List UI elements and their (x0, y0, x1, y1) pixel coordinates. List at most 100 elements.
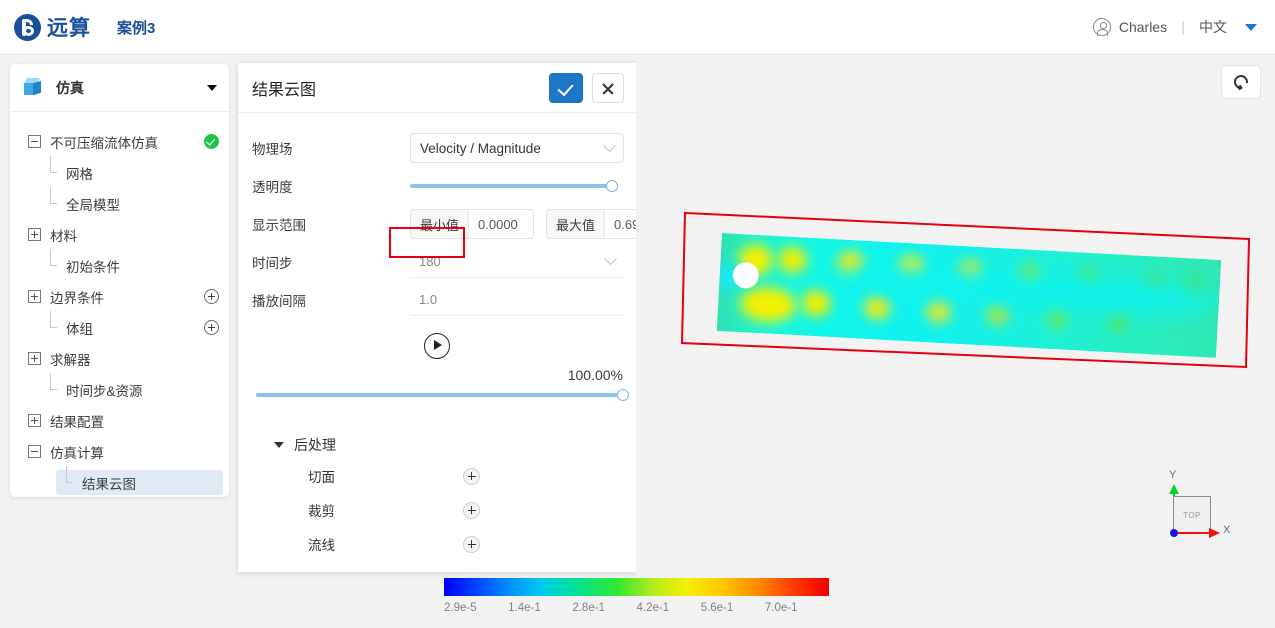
close-button[interactable] (592, 72, 624, 103)
legend-tick: 2.9e-5 (444, 602, 477, 614)
brand-logo[interactable]: 远算 (14, 12, 91, 42)
sidebar-item-mesh[interactable]: 网格 (10, 156, 229, 188)
tree-label: 初始条件 (66, 259, 120, 275)
sidebar-item-volume-group[interactable]: 体组 (10, 311, 229, 343)
progress-slider[interactable] (256, 389, 629, 401)
progress-percent-label: 100.00% (567, 367, 623, 383)
tree-label: 体组 (66, 321, 93, 337)
dialog-header-buttons (549, 72, 624, 103)
sidebar-item-initial-conditions[interactable]: 初始条件 (10, 249, 229, 281)
gizmo-top-face[interactable]: TOP (1173, 496, 1211, 534)
progress-slider-row (238, 383, 636, 401)
sidebar-item-boundary-conditions[interactable]: 边界条件 (10, 281, 229, 312)
transparency-row: 透明度 (238, 167, 636, 205)
sidebar-item-global-model[interactable]: 全局模型 (10, 187, 229, 219)
add-volume-group-button[interactable] (204, 320, 219, 335)
sidebar-item-result-contour[interactable]: 结果云图 (10, 466, 229, 498)
simulation-scene (680, 195, 1255, 385)
chevron-down-icon[interactable] (1245, 23, 1257, 31)
user-name[interactable]: Charles (1119, 19, 1167, 35)
expand-plus-icon[interactable] (28, 290, 41, 303)
sidebar-header[interactable]: 仿真 (10, 64, 229, 112)
tree-label: 结果云图 (82, 476, 136, 492)
legend-tick: 1.4e-1 (508, 602, 541, 614)
postprocess-item-streamline[interactable]: 流线 (238, 527, 636, 561)
language-label[interactable]: 中文 (1199, 17, 1227, 37)
play-control-row (238, 319, 636, 365)
add-slice-button[interactable] (463, 467, 480, 485)
physical-field-select[interactable]: Velocity / Magnitude (410, 133, 624, 163)
tree-branch-icon (44, 373, 57, 396)
expand-plus-icon[interactable] (28, 352, 41, 365)
postprocess-header[interactable]: 后处理 (238, 431, 636, 459)
time-step-select[interactable]: 180 (410, 246, 624, 278)
play-icon[interactable] (424, 333, 450, 359)
dialog-body: 物理场 Velocity / Magnitude 透明度 显示范围 最小值 0.… (238, 113, 636, 561)
expand-plus-icon[interactable] (28, 228, 41, 241)
sidebar-item-timestep-resources[interactable]: 时间步&资源 (10, 373, 229, 405)
physical-field-value: Velocity / Magnitude (420, 140, 541, 156)
transparency-label: 透明度 (252, 180, 293, 195)
3d-viewport[interactable]: Y TOP X (636, 55, 1275, 628)
color-legend: 2.9e-5 1.4e-1 2.8e-1 4.2e-1 5.6e-1 7.0e-… (444, 578, 829, 614)
min-value-field[interactable]: 最小值 0.0000 (410, 209, 535, 239)
sidebar-section-title: 仿真 (56, 79, 84, 96)
sidebar-item-material[interactable]: 材料 (10, 219, 229, 250)
tree-label: 求解器 (50, 352, 91, 368)
add-clip-button[interactable] (463, 501, 480, 519)
gizmo-y-arrow-icon (1169, 484, 1179, 494)
postprocess-item-slice[interactable]: 切面 (238, 459, 636, 493)
sidebar-item-result-config[interactable]: 结果配置 (10, 405, 229, 436)
transparency-slider[interactable] (410, 180, 618, 192)
postprocess-item-label: 裁剪 (308, 504, 335, 519)
time-step-row: 时间步 180 (238, 243, 636, 281)
play-interval-input[interactable]: 1.0 (410, 284, 624, 316)
sidebar-item-solver[interactable]: 求解器 (10, 343, 229, 374)
min-value-input[interactable]: 0.0000 (469, 210, 534, 238)
chevron-down-icon[interactable] (207, 84, 217, 91)
play-interval-label: 播放间隔 (252, 294, 306, 309)
expand-plus-icon[interactable] (28, 414, 41, 427)
orientation-gizmo[interactable]: Y TOP X (1157, 469, 1231, 550)
tree-branch-icon (44, 156, 57, 179)
tree-label: 全局模型 (66, 197, 120, 213)
status-ok-icon (204, 134, 219, 149)
legend-tick: 4.2e-1 (636, 602, 670, 614)
collapse-minus-icon[interactable] (28, 135, 41, 148)
legend-tick: 2.8e-1 (572, 602, 605, 614)
cube-icon (22, 77, 44, 99)
header-divider: | (1181, 18, 1185, 36)
caret-down-icon (274, 442, 284, 448)
sidebar-item-simulation-run[interactable]: 仿真计算 (10, 436, 229, 467)
time-step-value: 180 (419, 254, 441, 269)
max-value-input[interactable]: 0.6957 (605, 210, 636, 238)
gizmo-x-label: X (1223, 524, 1231, 536)
reset-view-button[interactable] (1221, 65, 1261, 99)
play-interval-row: 播放间隔 1.0 (238, 281, 636, 319)
max-value-tag: 最大值 (547, 210, 606, 238)
display-range-label: 显示范围 (252, 218, 306, 233)
tree-label: 材料 (50, 228, 77, 244)
gizmo-x-arrow-icon (1209, 528, 1220, 538)
max-value-field[interactable]: 最大值 0.6957 (546, 209, 636, 239)
chevron-down-icon (604, 252, 617, 266)
collapse-minus-icon[interactable] (28, 445, 41, 458)
postprocess-item-clip[interactable]: 裁剪 (238, 493, 636, 527)
dialog-header: 结果云图 (238, 63, 636, 113)
chevron-down-icon (603, 138, 616, 152)
add-streamline-button[interactable] (463, 535, 480, 553)
tree-branch-icon (44, 187, 57, 210)
progress-slider-knob[interactable] (617, 389, 629, 401)
sidebar-item-incompressible-flow[interactable]: 不可压缩流体仿真 (10, 126, 229, 157)
add-boundary-condition-button[interactable] (204, 289, 219, 304)
brand-name: 远算 (47, 17, 91, 40)
transparency-slider-knob[interactable] (606, 180, 618, 192)
tree-label: 边界条件 (50, 290, 104, 306)
gizmo-y-label: Y (1169, 469, 1177, 481)
legend-tick: 5.6e-1 (700, 602, 734, 614)
progress-percent-row: 100.00% (238, 365, 636, 383)
result-contour-dialog: 结果云图 物理场 Velocity / Magnitude 透明度 显示范围 最… (238, 63, 636, 572)
sidebar-panel: 仿真 不可压缩流体仿真 网格 全局模型 材料 初始条件 边界条件 体组 求解器 … (10, 64, 229, 497)
confirm-button[interactable] (549, 72, 583, 103)
dialog-title: 结果云图 (252, 81, 317, 99)
